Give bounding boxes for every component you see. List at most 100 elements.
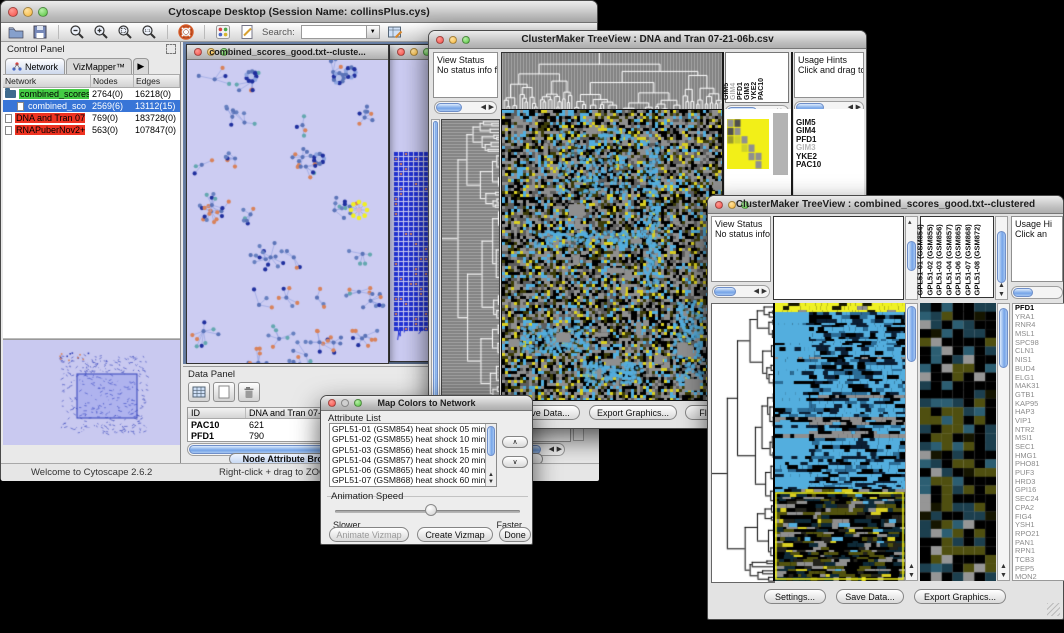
- main-window-title: Cytoscape Desktop (Session Name: collins…: [1, 1, 597, 22]
- attribute-item[interactable]: GPL51-07 (GSM868) heat shock 60 min: [330, 475, 496, 485]
- network-view-titlebar[interactable]: combined_scores_good.txt--cluste...: [187, 45, 388, 60]
- tv2-titlebar[interactable]: ClusterMaker TreeView : combined_scores_…: [708, 196, 1063, 214]
- search-input[interactable]: [301, 25, 367, 39]
- tv2-status-h-scrollbar[interactable]: ◀▶: [712, 285, 770, 298]
- tab-vizmapper[interactable]: VizMapper™: [66, 58, 132, 74]
- tv1-heatmap[interactable]: [501, 109, 724, 401]
- column-label[interactable]: GIM3: [744, 83, 751, 100]
- dialog-titlebar[interactable]: Map Colors to Network: [321, 396, 532, 411]
- create-vizmap-button[interactable]: Create Vizmap: [417, 527, 493, 542]
- open-folder-icon[interactable]: [7, 24, 25, 40]
- column-label[interactable]: PAC10: [758, 78, 765, 100]
- attribute-list-vscrollbar[interactable]: ▲▼: [485, 424, 496, 486]
- tv2-save-data-label: Save Data...: [845, 592, 895, 602]
- column-label[interactable]: PFD1: [737, 82, 744, 100]
- tv2-save-data-button[interactable]: Save Data...: [836, 589, 904, 604]
- network-list-empty-area[interactable]: [3, 136, 180, 339]
- minimize-button[interactable]: [410, 48, 418, 56]
- svg-text:1:1: 1:1: [144, 28, 151, 33]
- animate-vizmap-label: Animate Vizmap: [336, 530, 401, 540]
- attribute-item[interactable]: GPL51-01 (GSM854) heat shock 05 min: [330, 424, 496, 434]
- network-canvas[interactable]: [187, 60, 388, 363]
- select-attributes-icon[interactable]: [188, 382, 210, 402]
- tv1-row-dendrogram[interactable]: [441, 119, 500, 401]
- tv1-view-status-panel: View StatusNo status info f: [433, 52, 498, 98]
- tv2-column-dendrogram[interactable]: [773, 216, 904, 300]
- done-label: Done: [504, 530, 526, 540]
- column-label[interactable]: YKE2: [751, 82, 758, 100]
- tv2-view-status-panel: View StatusNo status info f: [711, 216, 771, 282]
- column-label[interactable]: GPL51-08 (GSM872): [973, 224, 983, 295]
- tv1-column-labels[interactable]: GIM5GIM4PFD1GIM3YKE2PAC10: [725, 52, 789, 103]
- folder-icon: [5, 90, 16, 98]
- tv2-export-graphics-button[interactable]: Export Graphics...: [914, 589, 1006, 604]
- zoom-actual-icon[interactable]: 1:1: [140, 24, 158, 40]
- column-label[interactable]: GPL51-02 (GSM855): [925, 224, 935, 295]
- tv1-export-graphics-button[interactable]: Export Graphics...: [589, 405, 677, 420]
- tv2-settings-button[interactable]: Settings...: [764, 589, 826, 604]
- move-up-button[interactable]: ∧: [502, 436, 528, 448]
- zoom-selected-icon[interactable]: [116, 24, 134, 40]
- column-label[interactable]: GPL51-07 (GSM868): [963, 224, 973, 295]
- save-icon[interactable]: [31, 24, 49, 40]
- more-tabs-arrow-icon[interactable]: ▶: [133, 58, 149, 74]
- search-label: Search:: [262, 27, 295, 38]
- row-label[interactable]: PAC10: [794, 161, 864, 169]
- tv2-heatmap-vscrollbar[interactable]: ▲▼: [905, 303, 918, 581]
- network-list-row[interactable]: DNA and Tran 07769(0)183728(0): [3, 112, 180, 124]
- vizmapper-icon[interactable]: [214, 24, 232, 40]
- create-attribute-icon[interactable]: [213, 382, 235, 402]
- tv2-gene-labels[interactable]: PFD1YRA1RNR4MSL1SPC98CLN1NIS1BUD4ELG1MAK…: [1012, 303, 1064, 581]
- attribute-item[interactable]: GPL51-06 (GSM865) heat shock 40 min: [330, 465, 496, 475]
- column-label[interactable]: GPL51-01 (GSM854): [916, 224, 926, 295]
- attribute-listbox[interactable]: GPL51-01 (GSM854) heat shock 05 minGPL51…: [329, 423, 497, 487]
- tv2-row-dendrogram[interactable]: [711, 303, 775, 583]
- network-overview-panel[interactable]: [3, 339, 180, 445]
- tv1-status-hscrollbar[interactable]: ◀▶: [434, 101, 497, 114]
- column-label[interactable]: GPL51-06 (GSM865): [954, 224, 964, 295]
- help-ring-icon[interactable]: [177, 24, 195, 40]
- tv1-column-dendrogram[interactable]: [501, 52, 724, 110]
- column-label[interactable]: GPL51-04 (GSM857): [944, 224, 954, 295]
- animate-vizmap-button: Animate Vizmap: [329, 527, 409, 542]
- close-button[interactable]: [397, 48, 405, 56]
- tab-network[interactable]: Network: [5, 58, 65, 74]
- gene-label[interactable]: MON2: [1013, 573, 1064, 581]
- tv1-titlebar[interactable]: ClusterMaker TreeView : DNA and Tran 07-…: [429, 31, 866, 49]
- done-button[interactable]: Done: [499, 527, 531, 542]
- network-table-header: Network Nodes Edges: [3, 75, 180, 88]
- attribute-item[interactable]: GPL51-02 (GSM855) heat shock 10 min: [330, 434, 496, 444]
- float-panel-icon[interactable]: [166, 44, 176, 54]
- network-list-row[interactable]: RNAPuberNov2+563(0)107847(0): [3, 124, 180, 136]
- tv2-detail-vscrollbar[interactable]: ▲▼: [997, 303, 1010, 581]
- tv1-cluster-matrix[interactable]: [727, 119, 769, 169]
- network-view-window[interactable]: combined_scores_good.txt--cluste...: [186, 44, 389, 364]
- tv1-selection-strip: [773, 113, 788, 175]
- resize-grip[interactable]: [1047, 603, 1060, 616]
- move-down-button[interactable]: ∨: [502, 456, 528, 468]
- column-label[interactable]: GIM4: [730, 83, 737, 100]
- network-list-row[interactable]: combined_scores2764(0)16218(0): [3, 88, 180, 100]
- tv2-detail-heatmap[interactable]: [920, 303, 996, 581]
- tv2-column-labels[interactable]: GPL51-01 (GSM854)GPL51-02 (GSM855)GPL51-…: [920, 216, 994, 298]
- network-overview-canvas[interactable]: [3, 340, 179, 445]
- tv2-heatmap[interactable]: [775, 303, 905, 581]
- column-label[interactable]: GIM5: [723, 83, 730, 100]
- delete-attribute-icon[interactable]: [238, 382, 260, 402]
- main-titlebar[interactable]: Cytoscape Desktop (Session Name: collins…: [1, 1, 597, 23]
- column-label[interactable]: GPL51-03 (GSM856): [935, 224, 945, 295]
- search-dropdown-arrow-icon[interactable]: ▼: [367, 25, 380, 39]
- zoom-in-icon[interactable]: [92, 24, 110, 40]
- annotation-icon[interactable]: [238, 24, 256, 40]
- move-up-glyph: ∧: [512, 438, 517, 446]
- tv2-collabel-vscrollbar[interactable]: ▲▼: [995, 216, 1008, 300]
- zoom-out-icon[interactable]: [68, 24, 86, 40]
- network-list-row[interactable]: combined_sco2569(6)13112(15): [3, 100, 180, 112]
- tv1-left-vscrollbar[interactable]: [431, 119, 440, 399]
- tv2-hints-hscrollbar[interactable]: [1011, 286, 1063, 299]
- attribute-item[interactable]: GPL51-04 (GSM857) heat shock 20 min: [330, 455, 496, 465]
- search-combobox[interactable]: ▼: [301, 25, 380, 39]
- attribute-editor-icon[interactable]: [386, 24, 404, 40]
- desktop: { "colors": { "selection_blue": "#3875d7…: [0, 0, 1064, 633]
- attribute-item[interactable]: GPL51-03 (GSM856) heat shock 15 min: [330, 445, 496, 455]
